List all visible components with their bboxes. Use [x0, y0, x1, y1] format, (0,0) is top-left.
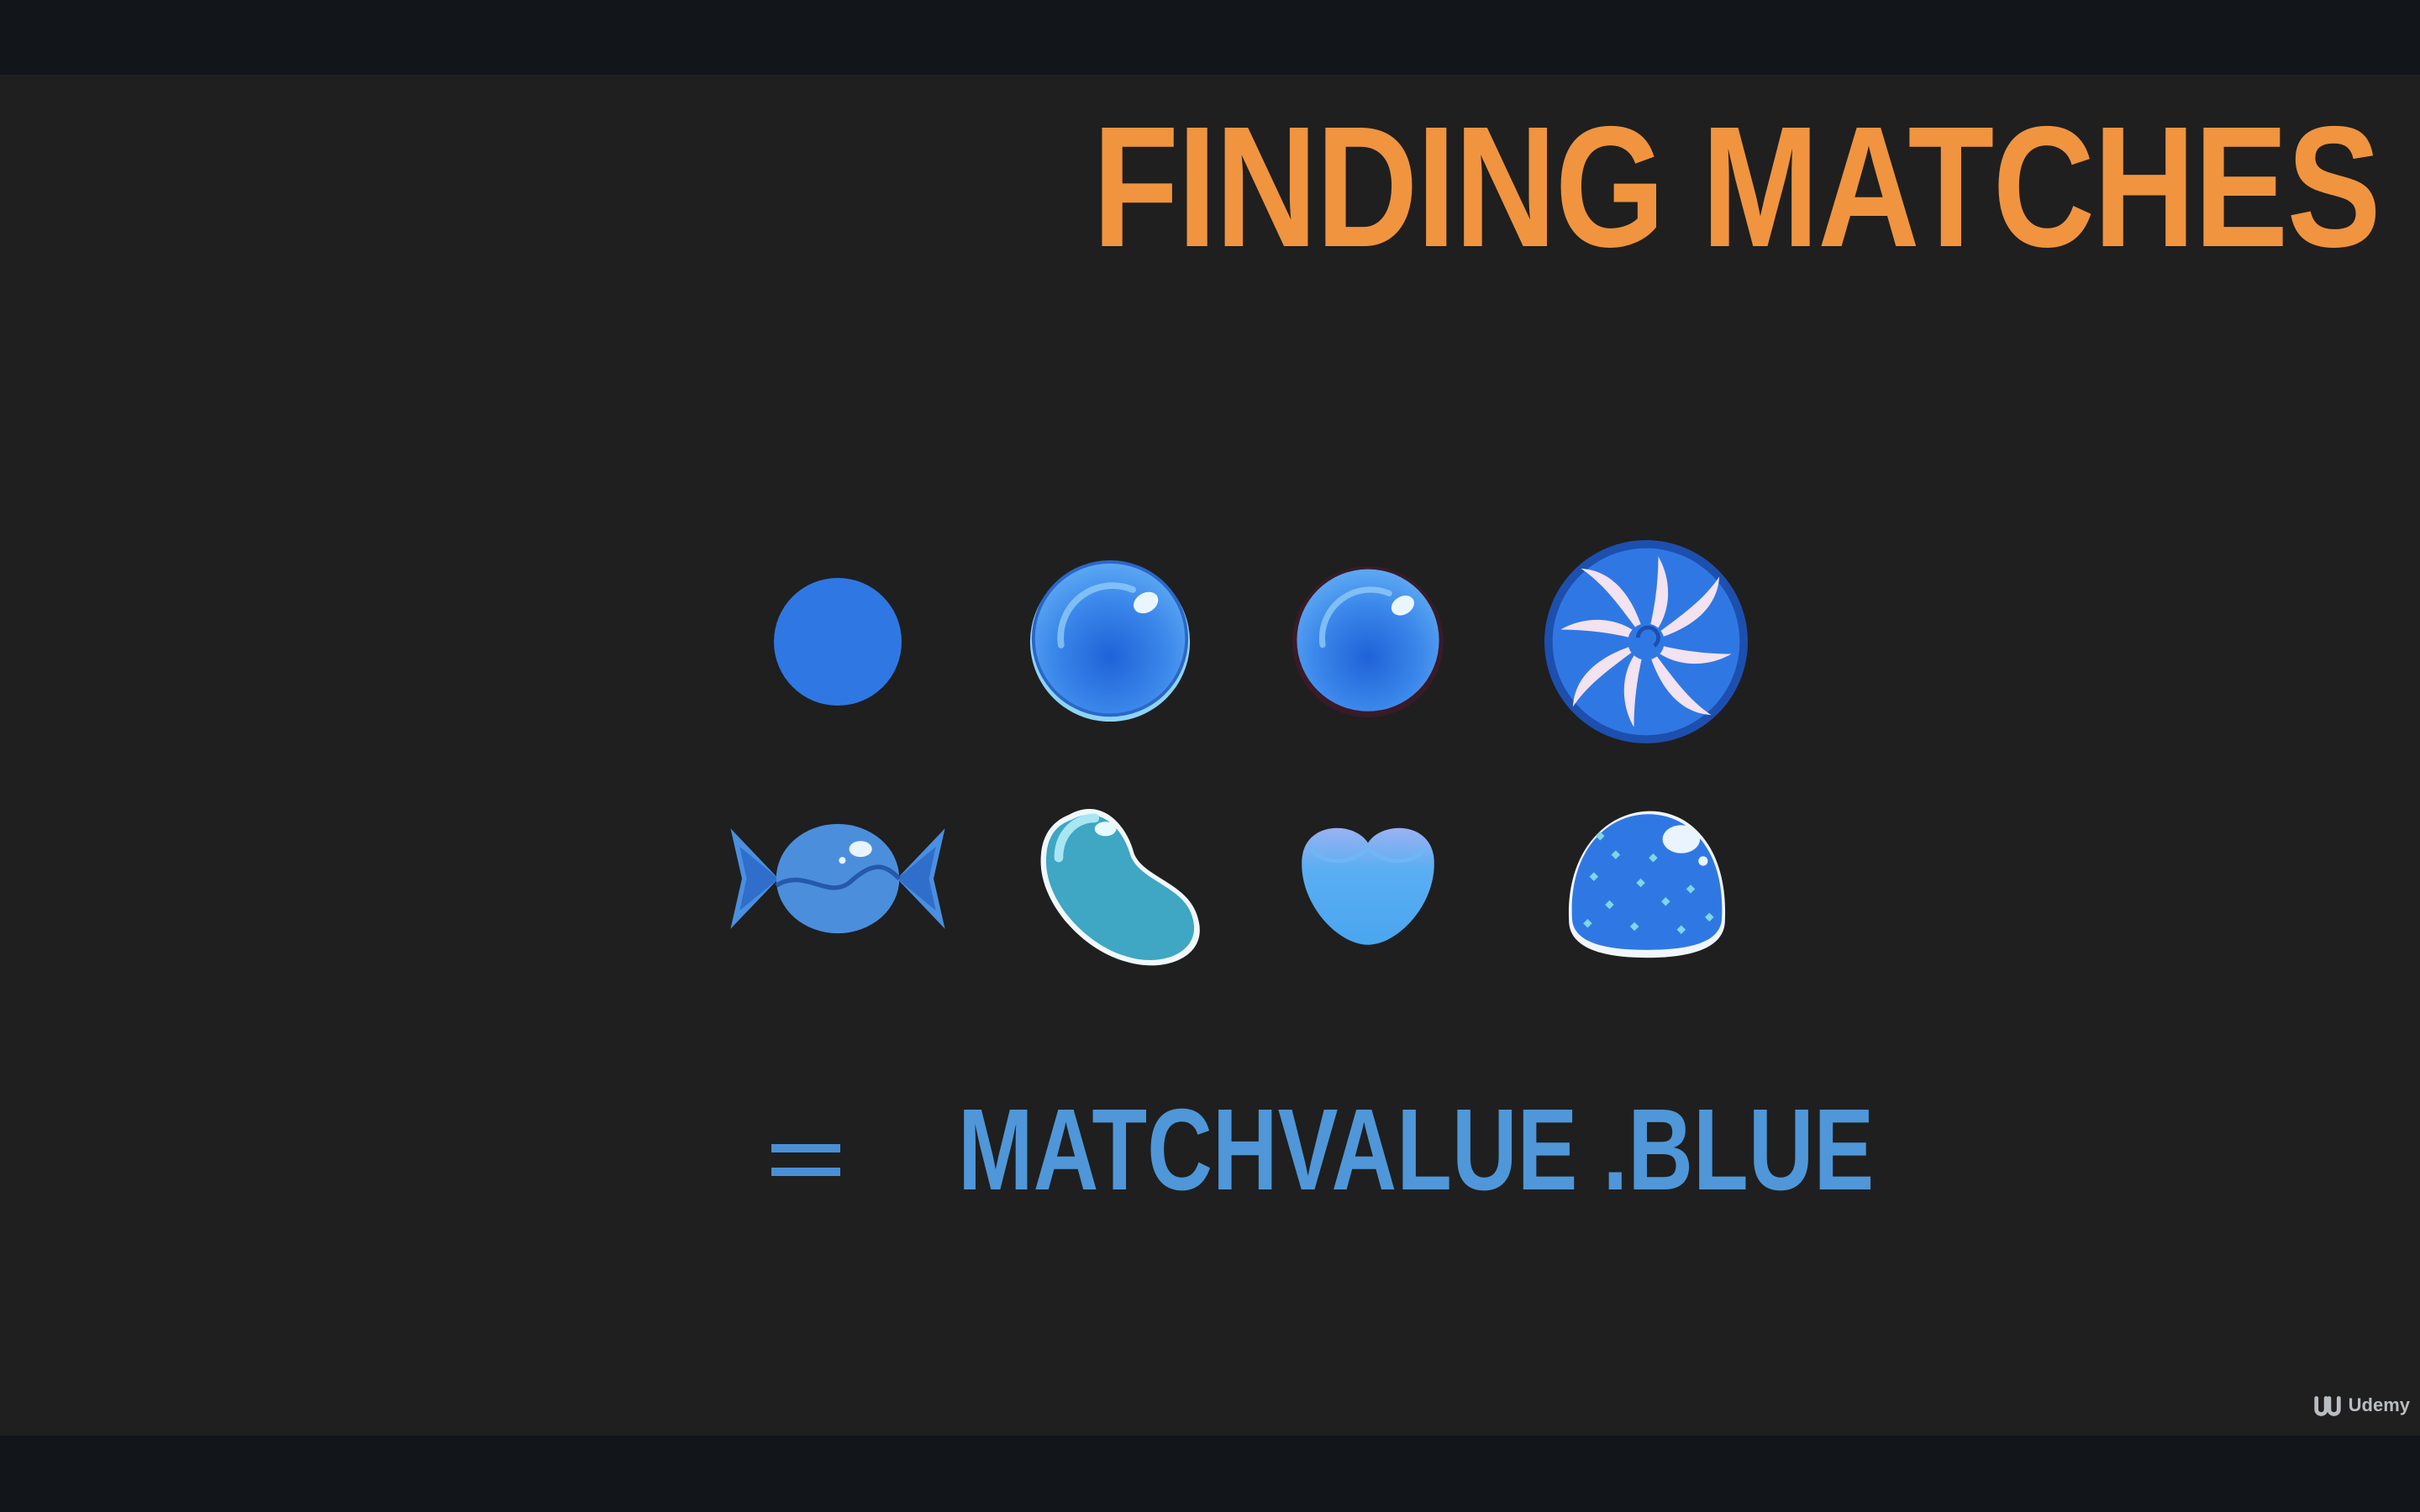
udemy-brand-text: Udemy [2348, 1394, 2410, 1415]
glossy-blue-sphere-outlined-icon [1292, 566, 1444, 717]
match-value-label: MATCHVALUE .BLUE [958, 1085, 1875, 1215]
blue-jellybean-icon [1034, 793, 1213, 973]
plain-blue-dot-icon [774, 578, 902, 706]
letterbox-top [0, 0, 2420, 75]
equals-bar-top [771, 1144, 840, 1152]
slide-title: FINDING MATCHES [1092, 91, 2381, 283]
equals-sign [771, 1137, 840, 1183]
wrapped-blue-candy-icon [726, 822, 950, 936]
equals-bar-bottom [771, 1168, 840, 1176]
udemy-watermark: Udemy [2312, 1391, 2410, 1420]
blue-swirl-lollipop-icon [1544, 540, 1748, 743]
glossy-blue-sphere-icon [1028, 560, 1192, 723]
blue-gumdrop-icon [1560, 805, 1734, 961]
udemy-logo-icon [2312, 1391, 2344, 1420]
blue-heart-candy-icon [1299, 818, 1437, 948]
letterbox-bottom [0, 1436, 2420, 1512]
